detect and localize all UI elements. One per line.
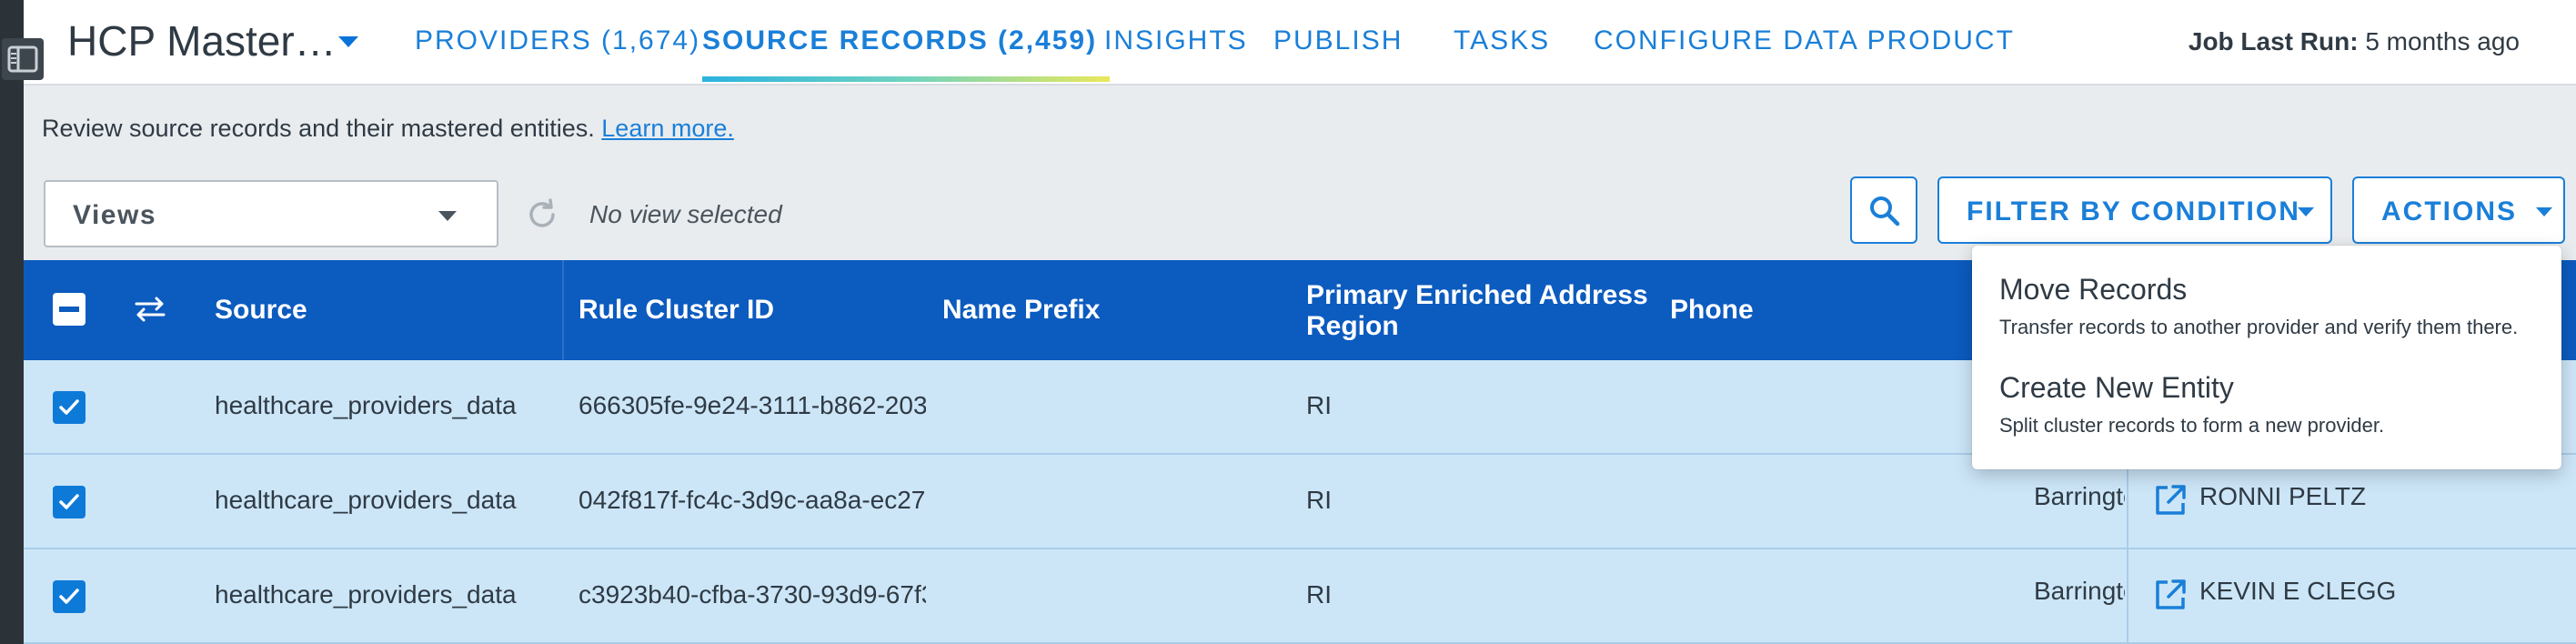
row-checkbox[interactable] <box>53 580 86 613</box>
chevron-down-icon <box>438 211 457 221</box>
filter-by-condition-label: FILTER BY CONDITION <box>1967 196 2300 226</box>
cell-source: healthcare_providers_data <box>215 486 517 514</box>
filter-by-condition-button[interactable]: FILTER BY CONDITION <box>1937 176 2332 244</box>
tab-source-records[interactable]: SOURCE RECORDS (2,459) <box>702 25 1097 56</box>
actions-label: ACTIONS <box>2381 196 2517 226</box>
checkmark-icon <box>59 399 79 415</box>
app-title[interactable]: HCP Master… <box>67 16 337 65</box>
menu-item-title: Move Records <box>1999 273 2188 306</box>
menu-item-move-records[interactable]: Move Records Transfer records to another… <box>1999 273 2545 339</box>
tab-configure-data-product[interactable]: CONFIGURE DATA PRODUCT <box>1594 25 2015 56</box>
provider-name[interactable]: KEVIN E CLEGG <box>2199 577 2396 606</box>
tab-tasks[interactable]: TASKS <box>1454 25 1550 56</box>
column-header-rule-cluster-id[interactable]: Rule Cluster ID <box>579 295 774 326</box>
checkmark-icon <box>59 589 79 604</box>
cell-rule-cluster-id: 042f817f-fc4c-3d9c-aa8a-ec2700( <box>579 486 926 514</box>
cell-rule-cluster-id: 666305fe-9e24-3111-b862-203a3 <box>579 391 926 419</box>
sidebar-toggle-button[interactable] <box>2 38 44 80</box>
refresh-icon[interactable] <box>524 196 560 233</box>
column-divider <box>2127 549 2128 644</box>
menu-item-description: Split cluster records to form a new prov… <box>1999 414 2385 437</box>
menu-item-create-new-entity[interactable]: Create New Entity Split cluster records … <box>1999 371 2545 438</box>
chevron-down-icon[interactable] <box>338 36 358 47</box>
views-label: Views <box>73 200 157 230</box>
select-all-checkbox[interactable] <box>53 293 86 326</box>
menu-item-description: Transfer records to another provider and… <box>1999 316 2519 338</box>
swap-columns-icon[interactable] <box>133 295 167 324</box>
job-last-run-label: Job Last Run: <box>2188 27 2359 55</box>
row-checkbox[interactable] <box>53 486 86 518</box>
search-button[interactable] <box>1850 176 1917 244</box>
search-icon <box>1870 196 1900 226</box>
actions-dropdown-menu: Move Records Transfer records to another… <box>1972 246 2561 469</box>
column-header-phone[interactable]: Phone <box>1670 295 1754 326</box>
cell-region: RI <box>1306 580 1332 609</box>
learn-more-link[interactable]: Learn more. <box>601 115 734 142</box>
table-row[interactable]: healthcare_providers_data c3923b40-cfba-… <box>24 549 2576 644</box>
checkmark-icon <box>59 494 79 509</box>
external-link-icon[interactable] <box>2152 577 2189 613</box>
job-last-run-value: 5 months ago <box>2358 27 2520 55</box>
provider-name[interactable]: RONNI PELTZ <box>2199 482 2366 511</box>
cell-city: Barringto <box>2034 482 2125 510</box>
column-header-name-prefix[interactable]: Name Prefix <box>942 295 1100 326</box>
column-header-source[interactable]: Source <box>215 295 307 326</box>
left-rail <box>0 0 24 644</box>
views-select[interactable]: Views <box>44 180 498 247</box>
active-tab-indicator <box>702 76 1110 82</box>
cell-source: healthcare_providers_data <box>215 580 517 609</box>
cell-rule-cluster-id: c3923b40-cfba-3730-93d9-67f3c1 <box>579 580 926 609</box>
cell-source: healthcare_providers_data <box>215 391 517 419</box>
sidebar-panel-icon <box>7 45 38 73</box>
actions-button[interactable]: ACTIONS <box>2352 176 2565 244</box>
cell-region: RI <box>1306 391 1332 419</box>
cell-region: RI <box>1306 486 1332 514</box>
tab-insights[interactable]: INSIGHTS <box>1104 25 1248 56</box>
top-navigation-bar: HCP Master… PROVIDERS (1,674) SOURCE REC… <box>24 0 2576 86</box>
column-divider <box>562 260 564 360</box>
tab-publish[interactable]: PUBLISH <box>1273 25 1403 56</box>
chevron-down-icon <box>2536 207 2552 216</box>
column-header-region[interactable]: Primary Enriched Address Region <box>1306 280 1652 342</box>
external-link-icon[interactable] <box>2152 482 2189 518</box>
chevron-down-icon <box>2298 207 2314 216</box>
intro-description: Review source records and their mastered… <box>42 115 602 142</box>
cell-city: Barringto <box>2034 577 2125 605</box>
view-status: No view selected <box>589 200 782 228</box>
menu-item-title: Create New Entity <box>1999 371 2234 404</box>
intro-text: Review source records and their mastered… <box>42 115 734 143</box>
tab-providers[interactable]: PROVIDERS (1,674) <box>415 25 700 56</box>
job-last-run: Job Last Run: 5 months ago <box>2189 27 2520 56</box>
row-checkbox[interactable] <box>53 391 86 424</box>
